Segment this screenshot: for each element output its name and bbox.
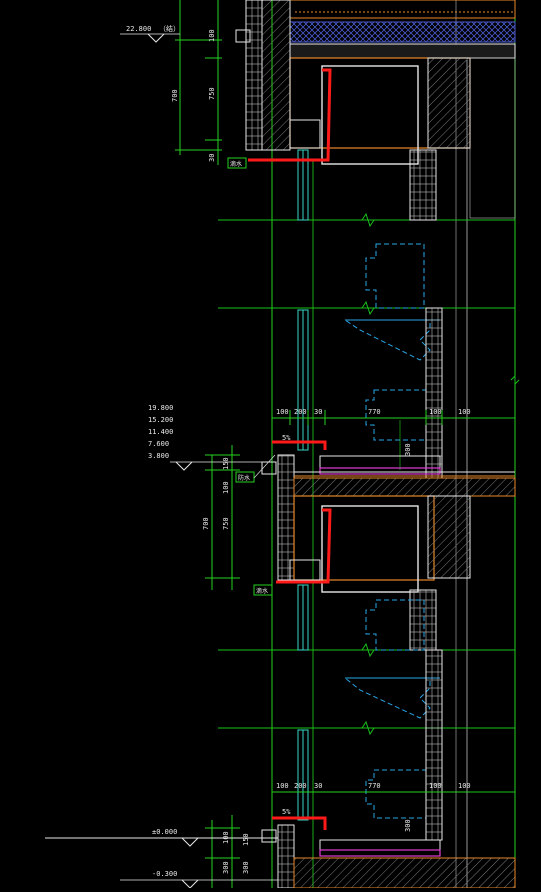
side-label-mid: 防水 [238,474,250,482]
dim-mid-h-770: 770 [368,408,381,416]
middle-slab-section: 5% 滴水 防水 [235,434,516,651]
floor-elevations-stack: 19.800 15.200 11.400 7.600 3.800 [148,404,262,471]
slope-bottom: 5% [282,808,291,816]
dim-top-700: 700 [171,89,179,102]
cad-section-drawing: 滴水 100 750 700 30 22.800 （结） 100 200 30 … [0,0,541,889]
dim-bot-h-100b: 100 [429,782,442,790]
dim-mid-h-100: 100 [276,408,289,416]
slope-mid: 5% [282,434,291,442]
elevation-top-suffix: （结） [159,24,180,33]
dim-mid-h-100b: 100 [429,408,442,416]
drain-label-mid: 滴水 [256,587,268,595]
dim-top-30: 30 [208,154,216,162]
dim-bot-300a: 300 [222,861,230,874]
drawing-svg: 滴水 100 750 700 30 22.800 （结） 100 200 30 … [45,0,520,889]
middle-dimensions: 150 100 750 700 [202,445,240,590]
dim-bot-150: 150 [242,833,250,846]
dim-top-100: 100 [208,29,216,42]
drain-label-top: 滴水 [230,160,242,168]
dim-mid-150: 150 [222,457,230,470]
dim-mid-700: 700 [202,517,210,530]
dim-mid-100: 100 [222,481,230,494]
elevation-ground: ±0.000 [152,828,177,836]
dim-bot-h-30: 30 [314,782,322,790]
elevation-floor-2: 11.400 [148,428,173,436]
top-elevation-marker: 22.800 （结） [120,24,180,43]
elevation-floor-3: 7.600 [148,440,169,448]
dim-mid-h-100c: 100 [458,408,471,416]
elevation-below-ground: -0.300 [152,870,177,878]
dim-bot-h-770: 770 [368,782,381,790]
dim-bot-v-300: 300 [404,819,412,832]
elevation-floor-1: 15.200 [148,416,173,424]
bottom-dimensions: 100 300 300 150 [205,815,250,888]
ac-unit-upper [343,243,443,479]
dim-mid-750: 750 [222,517,230,530]
dim-bot-300b: 300 [242,861,250,874]
dim-bot-h-100c: 100 [458,782,471,790]
top-dimensions: 100 750 700 30 [171,29,222,165]
elevation-floor-0: 19.800 [148,404,173,412]
elevation-floor-4: 3.800 [148,452,169,460]
dim-mid-v-300: 300 [404,443,412,456]
dim-mid-h-200: 200 [294,408,307,416]
horizontal-level-lines [218,212,520,793]
dim-bot-h-200: 200 [294,782,307,790]
elevation-top: 22.800 [126,25,151,33]
dim-bot-h-100: 100 [276,782,289,790]
dim-mid-h-30: 30 [314,408,322,416]
top-slab-section: 滴水 [227,0,516,221]
dim-top-750: 750 [208,87,216,100]
